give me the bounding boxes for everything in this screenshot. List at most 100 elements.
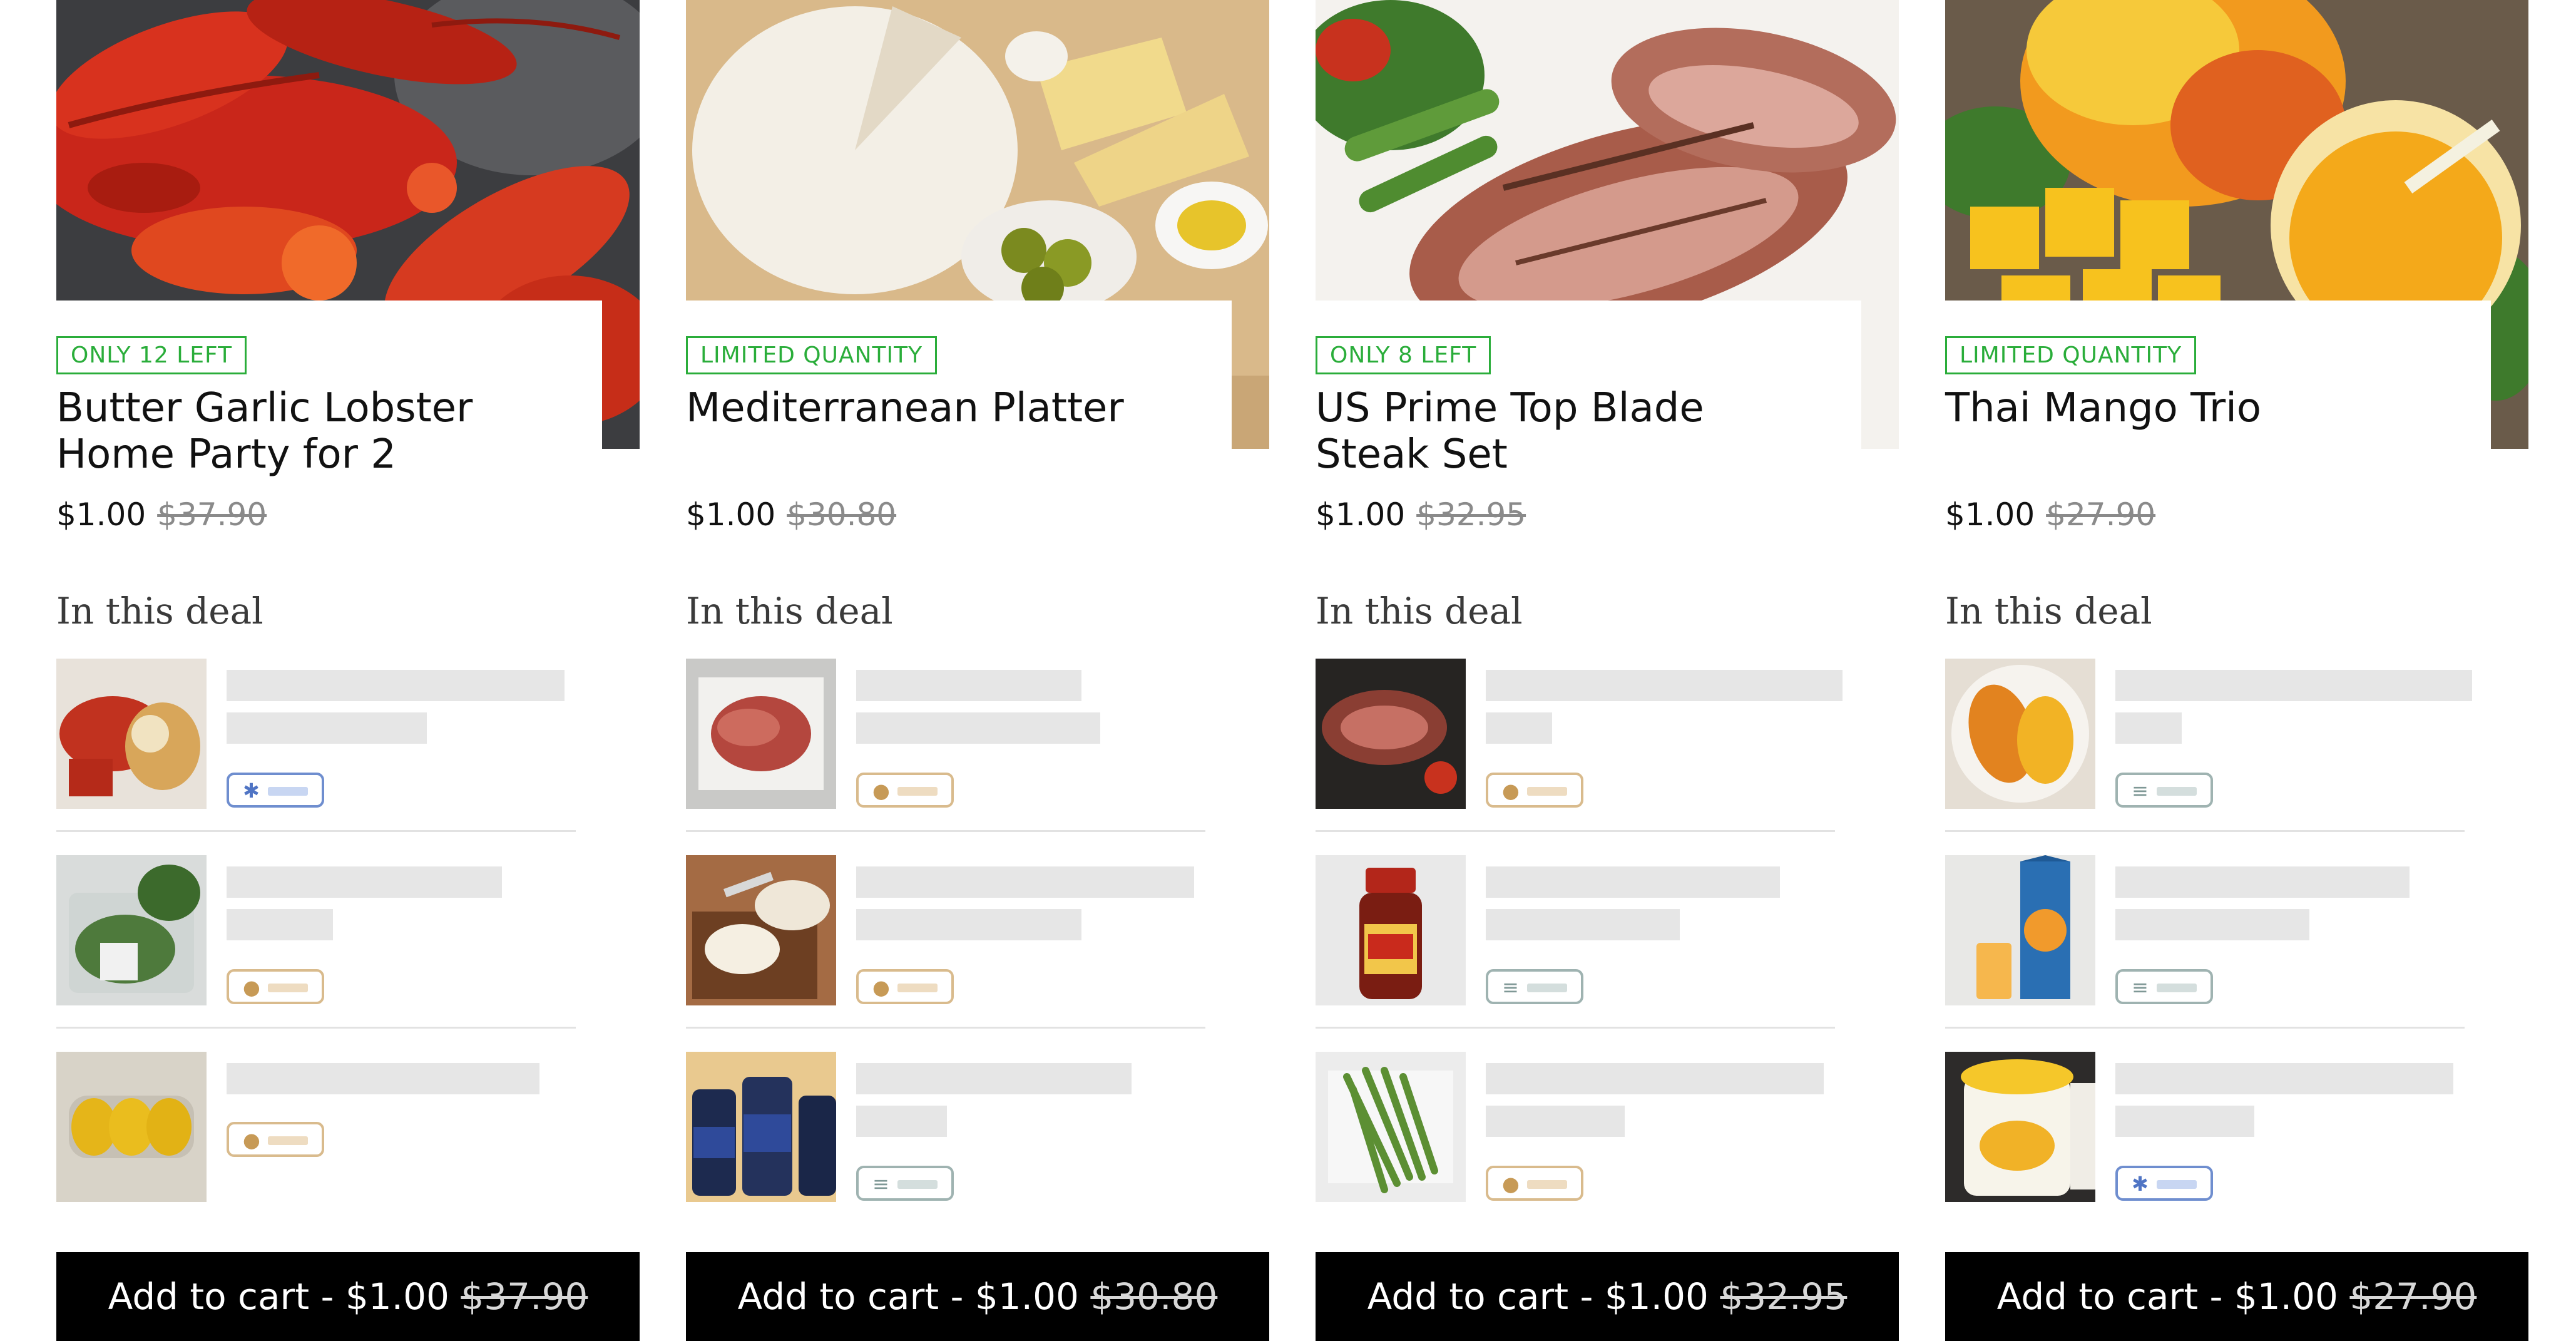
item-thumbnail-asparagus[interactable]	[1316, 1052, 1466, 1202]
product-card[interactable]: LIMITED QUANTITY Mediterranean Platter $…	[686, 0, 1269, 1341]
add-to-cart-button[interactable]: Add to cart - $1.00 $32.95	[1316, 1252, 1899, 1341]
droplet-icon: ●	[243, 975, 260, 999]
deal-heading: In this deal	[1316, 590, 1523, 632]
item-name-placeholder	[2115, 670, 2472, 701]
add-to-cart-original-price: $27.90	[2349, 1275, 2477, 1318]
deal-item[interactable]: ✱	[56, 659, 576, 832]
original-price: $30.80	[787, 496, 897, 533]
deal-item[interactable]: ≡	[686, 1052, 1205, 1202]
current-price: $1.00	[1945, 496, 2035, 533]
item-detail-placeholder	[1486, 909, 1680, 940]
chip-label-placeholder	[1527, 787, 1567, 796]
item-thumbnail-mango-ice-cream[interactable]	[1945, 1052, 2095, 1202]
product-card[interactable]: ONLY 12 LEFT Butter Garlic Lobster Home …	[56, 0, 640, 1341]
deal-item[interactable]: ●	[1316, 1052, 1835, 1202]
storage-chip: ✱	[227, 773, 324, 808]
product-title[interactable]: US Prime Top Blade Steak Set	[1316, 385, 1841, 478]
snowflake-icon: ✱	[2132, 1172, 2149, 1196]
item-thumbnail-lemons-pack[interactable]	[56, 1052, 207, 1202]
item-thumbnail-bbq-sauce-bottle[interactable]	[1316, 855, 1466, 1005]
add-to-cart-original-price: $32.95	[1720, 1275, 1848, 1318]
item-name-placeholder	[1486, 1063, 1824, 1094]
item-detail-placeholder	[1486, 1106, 1625, 1137]
chip-label-placeholder	[268, 984, 308, 992]
item-thumbnail-lobster-platter[interactable]	[56, 659, 207, 809]
product-title-line: Thai Mango Trio	[1945, 385, 2262, 431]
deal-item[interactable]: ●	[686, 855, 1205, 1029]
item-detail-placeholder	[856, 909, 1081, 940]
original-price: $32.95	[1416, 496, 1526, 533]
droplet-icon: ●	[872, 975, 890, 999]
price-block: $1.00 $27.90	[1945, 493, 2155, 536]
storage-chip: ●	[1486, 1166, 1583, 1201]
item-thumbnail-sliced-steak[interactable]	[1316, 659, 1466, 809]
item-detail-placeholder	[856, 712, 1100, 744]
snowflake-icon: ✱	[243, 779, 260, 803]
pantry-icon: ≡	[2132, 779, 2149, 803]
item-thumbnail-sliced-mango[interactable]	[1945, 659, 2095, 809]
item-name-placeholder	[227, 866, 502, 898]
deal-item[interactable]: ●	[1316, 659, 1843, 832]
chip-label-placeholder	[1527, 1180, 1567, 1189]
item-thumbnail-olive-jars[interactable]	[686, 1052, 836, 1202]
product-card[interactable]: LIMITED QUANTITY Thai Mango Trio $1.00 $2…	[1945, 0, 2528, 1341]
add-to-cart-label: Add to cart - $1.00	[1996, 1275, 2338, 1318]
item-name-placeholder	[856, 866, 1194, 898]
deal-item[interactable]: ≡	[1945, 659, 2472, 832]
pantry-icon: ≡	[872, 1172, 889, 1196]
add-to-cart-original-price: $37.90	[461, 1275, 588, 1318]
chip-label-placeholder	[897, 787, 938, 796]
deal-item[interactable]: ✱	[1945, 1052, 2465, 1202]
chip-label-placeholder	[897, 1180, 938, 1189]
stock-badge: LIMITED QUANTITY	[686, 336, 938, 374]
item-detail-placeholder	[227, 712, 427, 744]
product-title[interactable]: Mediterranean Platter	[686, 385, 1212, 431]
add-to-cart-original-price: $30.80	[1090, 1275, 1218, 1318]
add-to-cart-button[interactable]: Add to cart - $1.00 $30.80	[686, 1252, 1269, 1341]
deal-heading: In this deal	[1945, 590, 2152, 632]
price-block: $1.00 $32.95	[1316, 493, 1526, 536]
chip-label-placeholder	[268, 787, 308, 796]
droplet-icon: ●	[1502, 1172, 1520, 1196]
product-title-line: Butter Garlic Lobster	[56, 385, 473, 431]
item-thumbnail-prosciutto[interactable]	[686, 659, 836, 809]
chip-label-placeholder	[2157, 1180, 2197, 1189]
add-to-cart-button[interactable]: Add to cart - $1.00 $27.90	[1945, 1252, 2528, 1341]
item-thumbnail-leafy-greens[interactable]	[56, 855, 207, 1005]
product-card[interactable]: ONLY 8 LEFT US Prime Top Blade Steak Set…	[1316, 0, 1899, 1341]
deal-item[interactable]: ●	[56, 855, 576, 1029]
product-title-line: Steak Set	[1316, 431, 1508, 478]
stock-badge: LIMITED QUANTITY	[1945, 336, 2197, 374]
deal-item[interactable]: ≡	[1316, 855, 1835, 1029]
add-to-cart-label: Add to cart - $1.00	[1367, 1275, 1709, 1318]
item-thumbnail-juice-carton[interactable]	[1945, 855, 2095, 1005]
deal-item[interactable]: ≡	[1945, 855, 2465, 1029]
original-price: $27.90	[2046, 496, 2156, 533]
product-title-line: Mediterranean Platter	[686, 385, 1124, 431]
item-detail-placeholder	[2115, 909, 2309, 940]
stock-badge: ONLY 8 LEFT	[1316, 336, 1491, 374]
deal-heading: In this deal	[686, 590, 893, 632]
chip-label-placeholder	[2157, 984, 2197, 992]
original-price: $37.90	[157, 496, 267, 533]
add-to-cart-label: Add to cart - $1.00	[108, 1275, 449, 1318]
item-name-placeholder	[1486, 866, 1780, 898]
chip-label-placeholder	[268, 1136, 308, 1145]
product-title[interactable]: Thai Mango Trio	[1945, 385, 2471, 431]
storage-chip: ≡	[856, 1166, 954, 1201]
product-title[interactable]: Butter Garlic Lobster Home Party for 2	[56, 385, 582, 478]
storage-chip: ●	[856, 773, 954, 808]
deal-item[interactable]: ●	[686, 659, 1205, 832]
item-name-placeholder	[856, 670, 1081, 701]
droplet-icon: ●	[872, 779, 890, 803]
item-thumbnail-soft-cheese[interactable]	[686, 855, 836, 1005]
deal-heading: In this deal	[56, 590, 263, 632]
storage-chip: ≡	[1486, 969, 1583, 1004]
chip-label-placeholder	[1527, 984, 1567, 992]
droplet-icon: ●	[243, 1128, 260, 1152]
item-detail-placeholder	[2115, 712, 2182, 744]
deal-item[interactable]: ●	[56, 1052, 576, 1202]
add-to-cart-button[interactable]: Add to cart - $1.00 $37.90	[56, 1252, 640, 1341]
storage-chip: ●	[227, 969, 324, 1004]
stock-badge: ONLY 12 LEFT	[56, 336, 247, 374]
